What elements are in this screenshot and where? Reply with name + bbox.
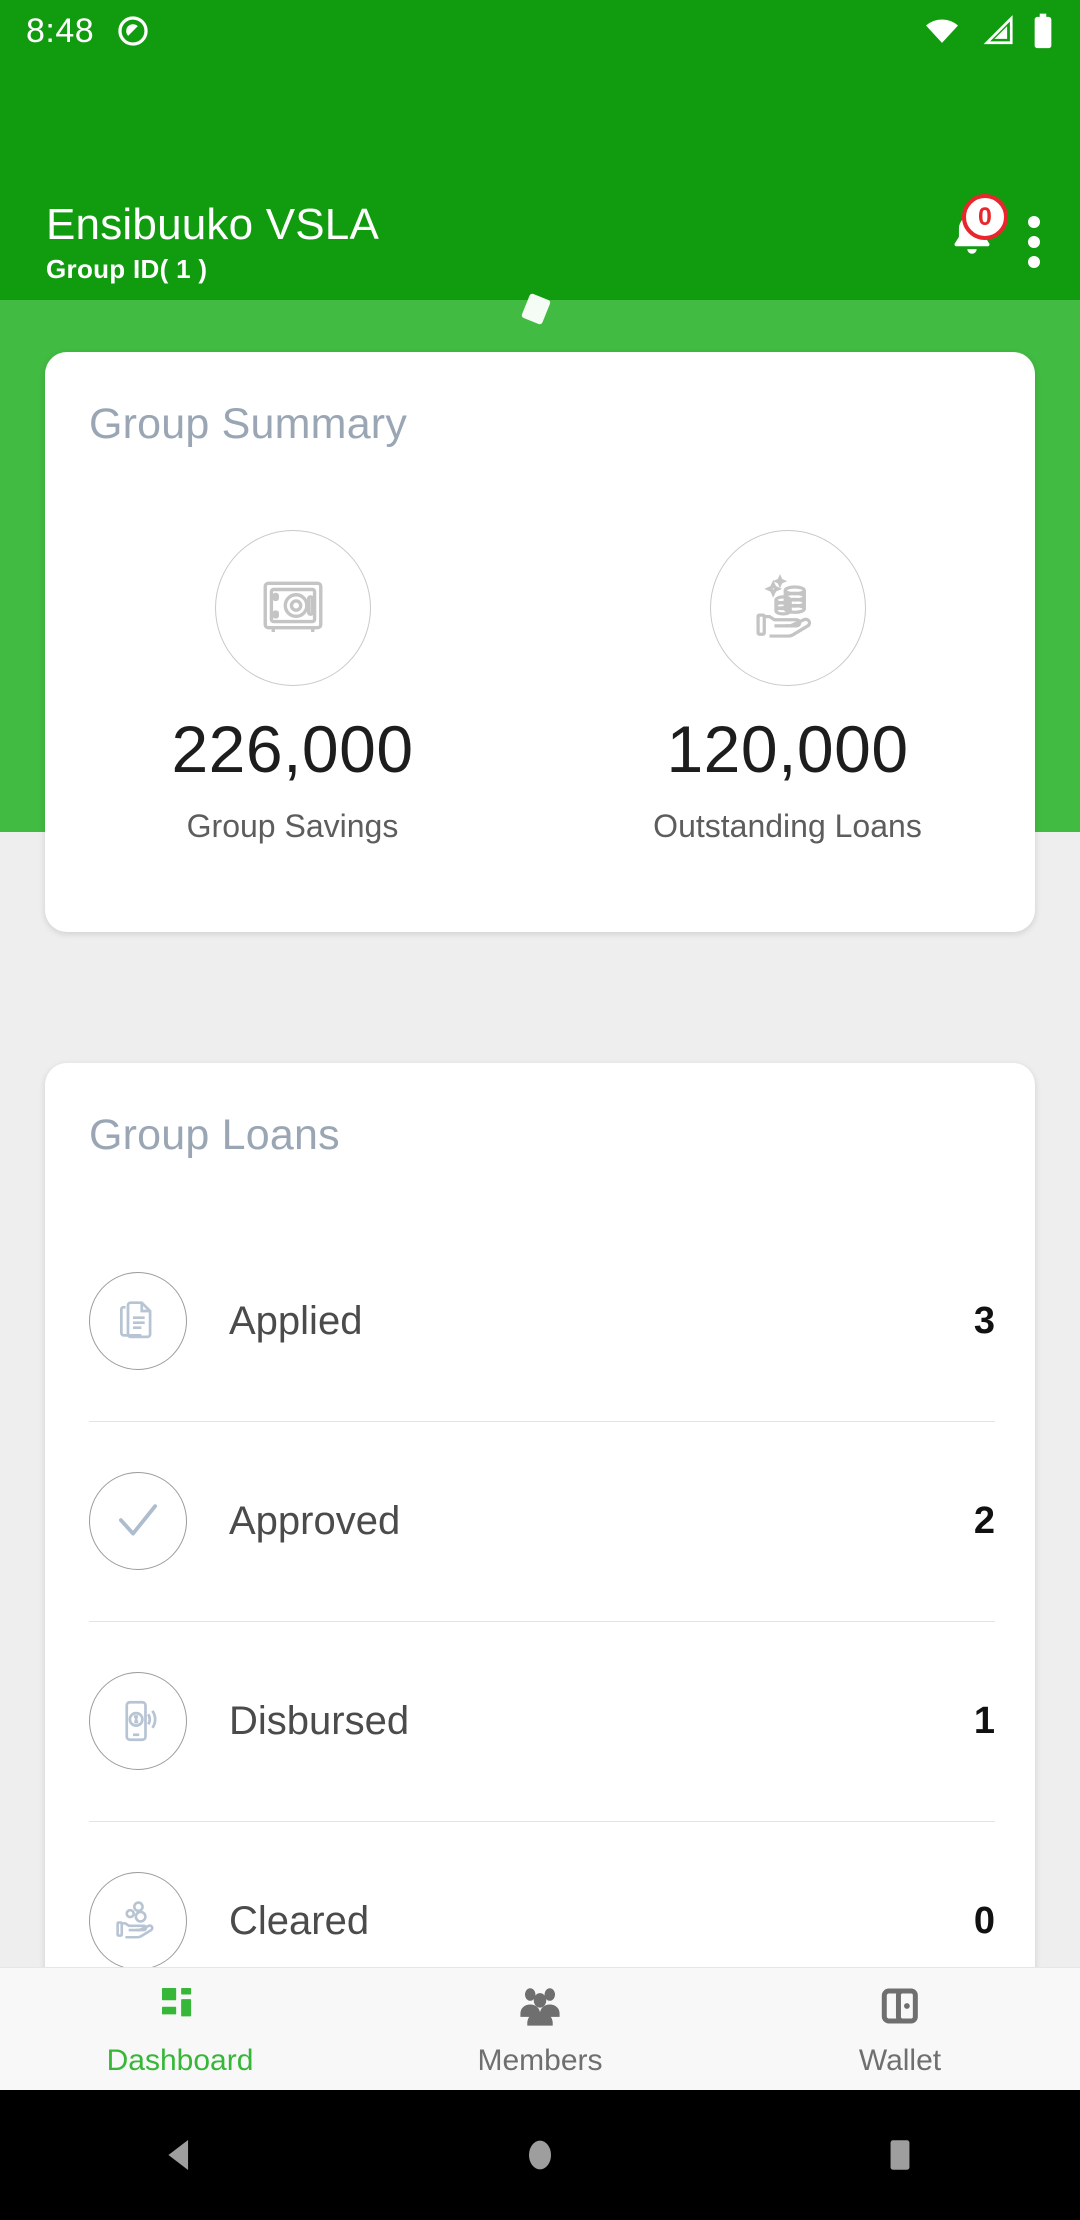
nav-label-wallet: Wallet	[858, 2044, 942, 2077]
nav-item-wallet[interactable]: Wallet	[720, 1980, 1080, 2078]
back-button[interactable]	[0, 2132, 360, 2178]
home-button[interactable]	[360, 2132, 720, 2178]
back-triangle-icon	[168, 2139, 189, 2171]
stat-icon-wrapper	[709, 530, 866, 686]
scroll-content[interactable]: Group Summary 226,000 Group Savings 120,…	[0, 0, 1080, 1993]
hand-coins-icon	[116, 1901, 154, 1939]
row-count: 2	[973, 1499, 995, 1542]
row-icon-wrapper	[89, 1472, 187, 1570]
row-icon-wrapper	[89, 1672, 187, 1770]
hand-coins-icon	[755, 573, 811, 638]
recents-square-icon	[890, 2140, 910, 2170]
row-label: Cleared	[229, 1898, 370, 1943]
nav-item-members[interactable]: Members	[360, 1980, 720, 2078]
outstanding-loans-label: Outstanding Loans	[653, 808, 922, 844]
outstanding-loans-value: 120,000	[666, 712, 909, 786]
group-loans-list: Applied 3 Approved 2 Disbursed 1 Cleared…	[45, 1221, 1035, 2021]
safe-vault-icon	[263, 581, 322, 633]
system-navigation-bar	[0, 2090, 1080, 2220]
row-count: 3	[973, 1299, 995, 1342]
row-icon-wrapper	[89, 1872, 187, 1970]
nav-item-dashboard[interactable]: Dashboard	[0, 1980, 360, 2078]
group-summary-title: Group Summary	[89, 400, 408, 448]
grid-dashboard-icon	[157, 1980, 203, 2032]
stat-group-savings[interactable]: 226,000 Group Savings	[45, 530, 540, 845]
nav-label-dashboard: Dashboard	[106, 2044, 254, 2077]
table-row[interactable]: Applied 3	[45, 1221, 1035, 1421]
nav-label-members: Members	[477, 2044, 603, 2077]
stat-outstanding-loans[interactable]: 120,000 Outstanding Loans	[540, 530, 1035, 845]
mobile-money-icon	[125, 1700, 157, 1742]
row-count: 1	[973, 1699, 995, 1742]
row-icon-wrapper	[89, 1272, 187, 1370]
group-savings-label: Group Savings	[186, 808, 399, 844]
check-icon	[118, 1504, 158, 1536]
row-count: 0	[973, 1899, 995, 1942]
row-label: Disbursed	[229, 1698, 410, 1743]
recents-button[interactable]	[720, 2132, 1080, 2178]
group-loans-title: Group Loans	[89, 1111, 340, 1159]
stat-icon-wrapper	[214, 530, 371, 686]
row-label: Applied	[229, 1298, 363, 1343]
notification-badge: 0	[962, 194, 1008, 240]
document-icon	[119, 1301, 152, 1339]
app-root: 8:48 Ensibuuko VSLA Group ID( 1 ) 0 Grou…	[0, 0, 1080, 2220]
group-loans-card: Group Loans Applied 3 Approved 2 Disburs…	[45, 1063, 1035, 1993]
table-row[interactable]: Approved 2	[45, 1421, 1035, 1621]
summary-stats: 226,000 Group Savings 120,000 Outstandin…	[45, 530, 1035, 845]
table-row[interactable]: Disbursed 1	[45, 1621, 1035, 1821]
bottom-navigation: Dashboard Members Wallet	[0, 1967, 1080, 2090]
row-label: Approved	[229, 1498, 401, 1543]
people-icon	[515, 1980, 565, 2032]
home-circle-icon	[528, 2140, 552, 2170]
group-savings-value: 226,000	[171, 712, 414, 786]
group-summary-card: Group Summary 226,000 Group Savings 120,…	[45, 352, 1035, 932]
wallet-icon	[877, 1980, 923, 2032]
